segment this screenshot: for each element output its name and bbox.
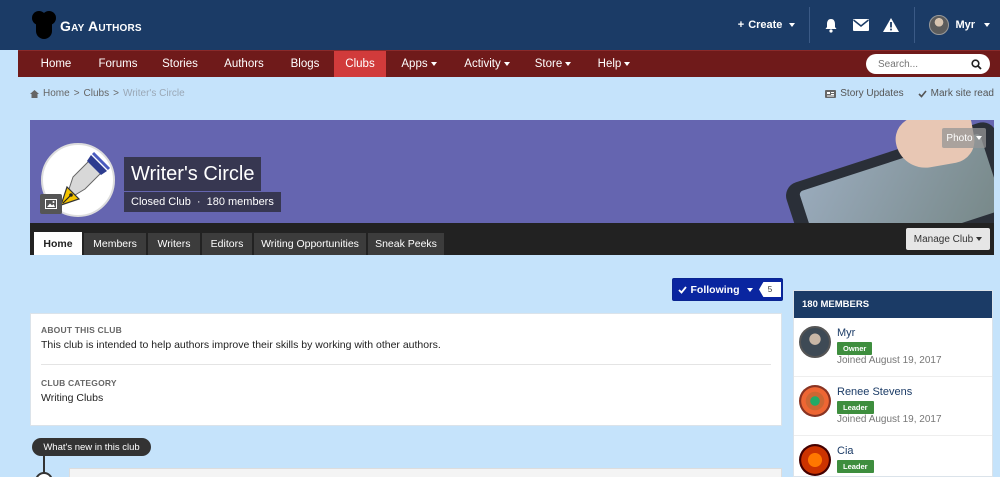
club-member-count: 180 members xyxy=(206,196,274,208)
plus-icon: + xyxy=(737,19,745,31)
logo-heart-icon xyxy=(30,9,58,39)
site-header: Gay Authors + Create Myr xyxy=(0,0,1000,50)
top-links: Story Updates Mark site read xyxy=(825,88,994,99)
member-avatar[interactable] xyxy=(799,326,831,358)
breadcrumb-home[interactable]: Home xyxy=(43,88,70,99)
following-button[interactable]: Following 5 xyxy=(672,278,783,301)
notifications-bell-icon[interactable] xyxy=(816,18,846,33)
manage-club-button[interactable]: Manage Club xyxy=(906,228,990,250)
chevron-down-icon xyxy=(503,62,510,66)
messages-envelope-icon[interactable] xyxy=(846,19,876,31)
chevron-down-icon xyxy=(975,136,982,140)
follower-count[interactable]: 5 xyxy=(759,282,781,297)
breadcrumb-separator: > xyxy=(73,88,80,99)
member-name[interactable]: Myr xyxy=(837,327,855,339)
member-avatar[interactable] xyxy=(799,385,831,417)
club-type: Closed Club xyxy=(131,196,191,208)
club-title: Writer's Circle xyxy=(124,157,262,191)
tab-home[interactable]: Home xyxy=(34,232,82,255)
nav-item-activity[interactable]: Activity xyxy=(452,51,522,77)
user-menu[interactable]: Myr xyxy=(915,15,990,35)
following-label: Following xyxy=(690,283,740,296)
whats-new-label: What's new in this club xyxy=(32,438,151,456)
club-category: Writing Clubs xyxy=(41,392,104,404)
members-widget: 180 MEMBERS Myr Owner Joined August 19, … xyxy=(793,290,993,477)
warning-triangle-icon[interactable] xyxy=(876,18,906,32)
tab-editors[interactable]: Editors xyxy=(202,233,252,255)
member-item: Cia Leader xyxy=(794,436,992,476)
member-name[interactable]: Cia xyxy=(837,445,854,457)
member-name[interactable]: Renee Stevens xyxy=(837,386,912,398)
nav-item-home[interactable]: Home xyxy=(24,51,88,77)
story-updates-link[interactable]: Story Updates xyxy=(825,88,904,99)
tab-sneak-peeks[interactable]: Sneak Peeks xyxy=(368,233,444,255)
chevron-down-icon xyxy=(565,62,572,66)
member-avatar[interactable] xyxy=(799,444,831,476)
member-role-badge: Leader xyxy=(837,460,874,473)
checkmark-icon xyxy=(677,285,687,294)
activity-stream-dot xyxy=(35,472,53,477)
club-tabs: Home Members Writers Editors Writing Opp… xyxy=(30,223,994,255)
members-heading: 180 MEMBERS xyxy=(794,291,992,318)
member-role-badge: Owner xyxy=(837,342,873,355)
chevron-down-icon xyxy=(430,62,437,66)
chevron-down-icon xyxy=(984,23,990,27)
member-joined-date: Joined August 19, 2017 xyxy=(837,414,942,425)
change-club-icon-button[interactable] xyxy=(40,194,62,214)
tab-members[interactable]: Members xyxy=(84,233,146,255)
home-icon xyxy=(30,89,39,98)
member-joined-date: Joined August 19, 2017 xyxy=(837,355,942,366)
user-name: Myr xyxy=(955,19,975,31)
search-box[interactable] xyxy=(866,54,990,74)
logo-text: Gay Authors xyxy=(60,18,142,34)
user-avatar xyxy=(929,15,950,35)
chevron-down-icon xyxy=(789,23,796,27)
site-logo[interactable]: Gay Authors xyxy=(30,9,142,39)
breadcrumb-separator: > xyxy=(113,88,119,99)
nav-item-blogs[interactable]: Blogs xyxy=(276,51,334,77)
member-role-badge: Leader xyxy=(837,401,874,414)
search-icon[interactable] xyxy=(971,58,982,70)
nav-item-authors[interactable]: Authors xyxy=(212,51,276,77)
search-input[interactable] xyxy=(878,58,964,70)
checkmark-icon xyxy=(918,89,927,98)
image-icon xyxy=(45,199,57,209)
nav-item-store[interactable]: Store xyxy=(522,51,584,77)
divider xyxy=(41,364,771,365)
create-button[interactable]: + Create xyxy=(738,19,810,31)
nav-item-stories[interactable]: Stories xyxy=(148,51,212,77)
nav-item-forums[interactable]: Forums xyxy=(88,51,148,77)
nav-item-help[interactable]: Help xyxy=(584,51,644,77)
main-nav: Home Forums Stories Authors Blogs Clubs … xyxy=(18,50,1000,77)
about-club-card: ABOUT THIS CLUB This club is intended to… xyxy=(30,313,782,426)
breadcrumb: Home > Clubs > Writer's Circle xyxy=(30,88,185,99)
chevron-down-icon xyxy=(624,62,631,66)
breadcrumb-clubs[interactable]: Clubs xyxy=(84,88,110,99)
tab-writers[interactable]: Writers xyxy=(148,233,200,255)
about-text: This club is intended to help authors im… xyxy=(41,339,441,351)
about-heading: ABOUT THIS CLUB xyxy=(41,325,122,335)
tab-writing-opportunities[interactable]: Writing Opportunities xyxy=(254,233,366,255)
newspaper-icon xyxy=(825,89,837,98)
member-item: Renee Stevens Leader Joined August 19, 2… xyxy=(794,377,992,436)
header-divider xyxy=(809,7,811,43)
activity-item[interactable] xyxy=(69,468,782,477)
category-heading: CLUB CATEGORY xyxy=(41,378,117,388)
member-item: Myr Owner Joined August 19, 2017 xyxy=(794,318,992,377)
meta-separator: · xyxy=(196,196,201,208)
chevron-down-icon xyxy=(976,237,983,241)
nav-item-apps[interactable]: Apps xyxy=(386,51,452,77)
breadcrumb-current: Writer's Circle xyxy=(122,88,185,99)
create-label: Create xyxy=(748,19,783,31)
nav-item-clubs[interactable]: Clubs xyxy=(334,51,386,77)
chevron-down-icon xyxy=(746,287,753,292)
mark-site-read-link[interactable]: Mark site read xyxy=(918,88,994,99)
club-meta: Closed Club · 180 members xyxy=(124,192,281,212)
cover-photo-button[interactable]: Photo xyxy=(942,128,986,148)
